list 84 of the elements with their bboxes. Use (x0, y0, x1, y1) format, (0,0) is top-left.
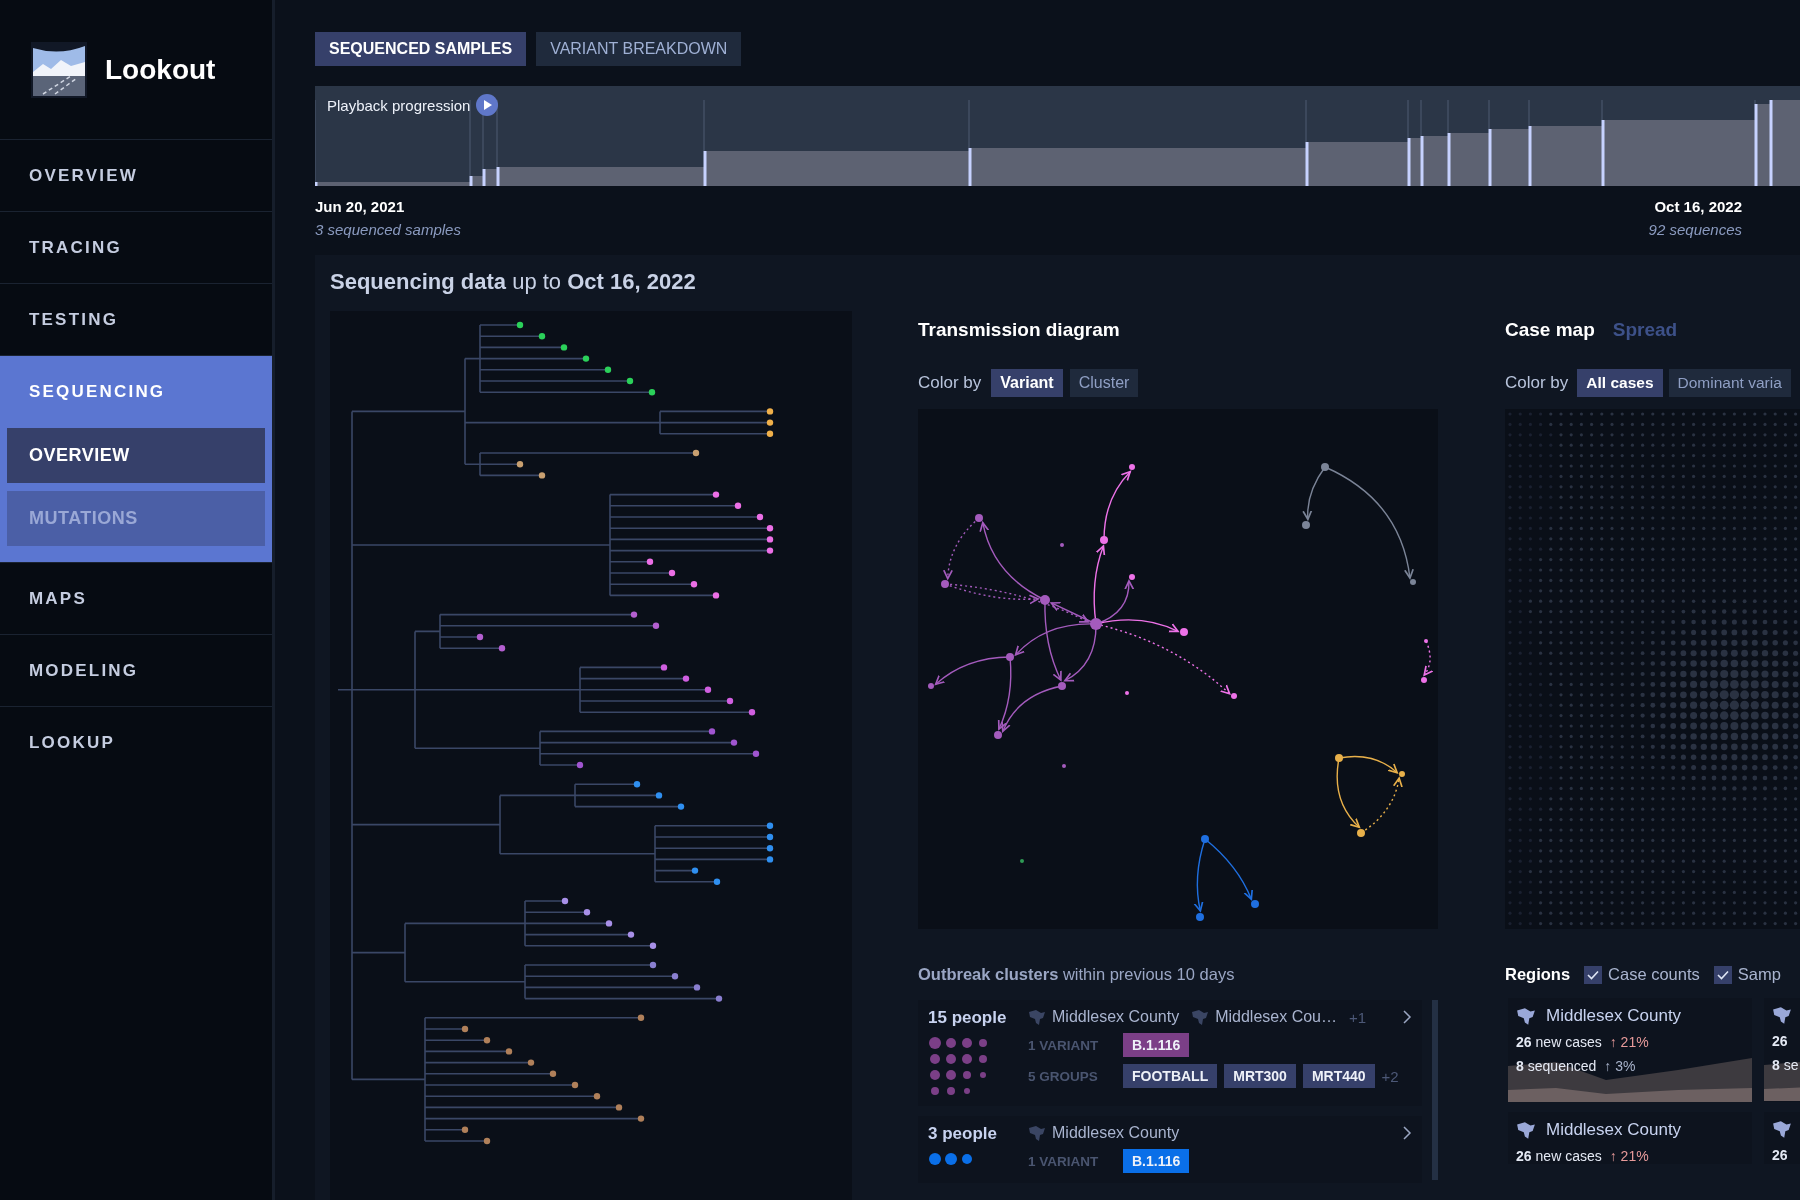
stat-value: 26 (1772, 1147, 1788, 1163)
color-option[interactable]: Variant (991, 369, 1063, 397)
nav-section[interactable]: SEQUENCING OVERVIEW MUTATIONS (0, 355, 272, 562)
nav-item[interactable]: OVERVIEW (0, 139, 272, 211)
county-shape-icon (1516, 1120, 1536, 1140)
variant-count: 1 VARIANT (1028, 1037, 1100, 1053)
brand-name: Lookout (105, 53, 216, 86)
location-name: Middlesex County (1052, 1124, 1180, 1142)
check-icon (1716, 969, 1729, 980)
color-option[interactable]: All cases (1577, 369, 1663, 397)
people-dots-icon (928, 1152, 973, 1166)
region-name: Middlesex County (1546, 1120, 1682, 1140)
stat-value: 26 (1772, 1033, 1788, 1049)
outbreak-heading: Outbreak clusters within previous 10 days (918, 965, 1236, 984)
region-card[interactable]: 26 8 se (1764, 998, 1800, 1102)
people-count: 15 people (928, 1008, 1008, 1028)
county-shape-icon (1028, 1124, 1046, 1142)
stat-label: new cases (1535, 1034, 1602, 1050)
color-option[interactable]: Cluster (1069, 369, 1139, 397)
cluster-card[interactable]: 15 people Middlesex County Middlesex Cou… +1 1 VARIANT B.1.116 5 GROUPS FOOTBALL MRT300 MRT440 +2 (918, 1000, 1422, 1106)
section-heading: Sequencing data up to Oct 16, 2022 (330, 269, 697, 295)
nav-item-label: SEQUENCING (28, 381, 167, 403)
trend-value: ↑ 3% (1604, 1058, 1636, 1074)
tab[interactable]: SEQUENCED SAMPLES (315, 32, 527, 66)
more-count: +1 (1349, 1008, 1367, 1026)
group-count: 5 GROUPS (1028, 1068, 1099, 1084)
stat-value: 26 (1516, 1034, 1532, 1050)
region-name: Middlesex County (1546, 1006, 1682, 1026)
checkbox[interactable] (1584, 965, 1603, 984)
stat-value: 8 (1772, 1057, 1780, 1073)
regions-title: Regions (1505, 965, 1571, 984)
nav-item[interactable]: LOOKUP (0, 706, 272, 778)
color-option[interactable]: Dominant varia (1668, 369, 1791, 397)
checkbox-label: Samp (1737, 965, 1781, 984)
color-by-label: Color by (918, 373, 982, 393)
stat-value: 26 (1516, 1148, 1532, 1164)
trend-value: ↑ 21% (1609, 1034, 1649, 1050)
people-dots-icon (928, 1036, 988, 1096)
checkbox-label: Case counts (1608, 965, 1700, 984)
play-button[interactable] (476, 94, 499, 116)
chevron-right-icon[interactable] (1403, 1010, 1412, 1024)
tab[interactable]: VARIANT BREAKDOWN (536, 32, 742, 66)
scrollbar[interactable] (1432, 1000, 1438, 1180)
group-tag: FOOTBALL (1123, 1064, 1218, 1088)
region-card[interactable]: Middlesex County 26 new cases ↑ 21% 8 sequenced ↑ 3% (1508, 998, 1752, 1102)
county-shape-icon (1191, 1008, 1210, 1026)
end-note: 92 sequences (1648, 221, 1742, 238)
logo-icon (31, 41, 87, 98)
transmission-title: Transmission diagram (918, 319, 1121, 342)
playback-label: Playback progression (327, 96, 471, 114)
stat-label: se (1783, 1057, 1799, 1073)
cluster-card[interactable]: 3 people Middlesex County 1 VARIANT B.1.116 (918, 1116, 1422, 1183)
variant-tag: B.1.116 (1123, 1033, 1190, 1057)
variant-tag: B.1.116 (1123, 1149, 1190, 1173)
play-icon (484, 100, 493, 110)
stat-value: 8 (1516, 1058, 1524, 1074)
start-note: 3 sequenced samples (315, 221, 461, 238)
county-shape-icon (1516, 1006, 1536, 1026)
county-shape-icon (1028, 1008, 1046, 1026)
nav-item[interactable]: MODELING (0, 634, 272, 706)
group-tag: MRT300 (1224, 1064, 1296, 1088)
checkbox[interactable] (1713, 965, 1732, 984)
region-card[interactable]: 26 (1764, 1112, 1800, 1164)
more-count: +2 (1381, 1067, 1399, 1085)
stat-label: new cases (1535, 1148, 1602, 1164)
county-shape-icon (1772, 1006, 1792, 1025)
check-icon (1587, 969, 1600, 980)
nav-item[interactable]: MAPS (0, 562, 272, 634)
chevron-right-icon[interactable] (1403, 1126, 1412, 1140)
nav-item[interactable]: TRACING (0, 211, 272, 283)
color-by-label: Color by (1505, 373, 1569, 393)
county-shape-icon (1772, 1120, 1792, 1139)
trend-value: ↑ 21% (1609, 1148, 1649, 1164)
stat-label: sequenced (1527, 1058, 1597, 1074)
variant-count: 1 VARIANT (1028, 1153, 1100, 1169)
start-date: Jun 20, 2021 (315, 198, 406, 215)
end-date: Oct 16, 2022 (1654, 198, 1742, 215)
region-card[interactable]: Middlesex County 26 new cases ↑ 21% (1508, 1112, 1752, 1164)
nav-subitem[interactable]: OVERVIEW (7, 428, 265, 483)
location-name: Middlesex County (1052, 1008, 1180, 1026)
location-name: Middlesex Cou… (1215, 1008, 1337, 1026)
group-tag: MRT440 (1302, 1064, 1375, 1088)
map-tab[interactable]: Case map (1505, 319, 1595, 345)
people-count: 3 people (928, 1124, 998, 1144)
